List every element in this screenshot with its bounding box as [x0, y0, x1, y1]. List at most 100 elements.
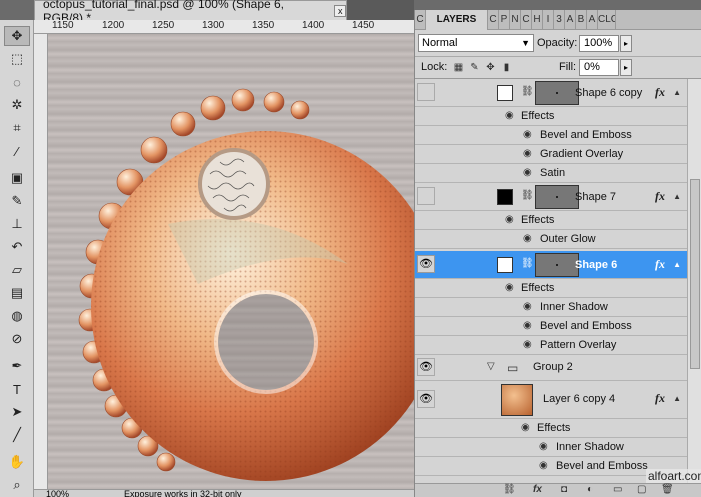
tab-layers[interactable]: LAYERS	[426, 10, 488, 30]
eye-icon[interactable]: ◉	[523, 301, 535, 312]
panel-tab[interactable]: 3	[554, 10, 565, 30]
eye-icon[interactable]: ◉	[523, 339, 535, 350]
expand-triangle-icon[interactable]: ▲	[673, 260, 681, 269]
layer-row[interactable]: ⛓ Shape 6 copy fx ▲	[415, 79, 687, 107]
blur-tool-icon[interactable]: ◍	[4, 306, 30, 326]
eye-icon[interactable]: ◉	[505, 282, 517, 293]
eye-icon[interactable]: ◉	[523, 148, 535, 159]
panel-tab[interactable]: C	[488, 10, 499, 30]
effect-item[interactable]: ◉ Bevel and Emboss	[415, 126, 687, 145]
expand-triangle-icon[interactable]: ▲	[673, 192, 681, 201]
eye-icon[interactable]: ◉	[505, 110, 517, 121]
marquee-tool-icon[interactable]: ⬚	[4, 49, 30, 69]
link-layers-icon[interactable]: ⛓	[503, 484, 516, 495]
blend-mode-select[interactable]: Normal ▼	[418, 34, 534, 52]
scrollbar-thumb[interactable]	[690, 179, 700, 369]
expand-triangle-icon[interactable]: ▲	[673, 394, 681, 403]
panel-tab[interactable]: H	[532, 10, 543, 30]
panel-tab[interactable]: C	[521, 10, 532, 30]
eraser-tool-icon[interactable]: ▱	[4, 260, 30, 280]
effect-item[interactable]: ◉ Gradient Overlay	[415, 145, 687, 164]
clone-stamp-tool-icon[interactable]: ⊥	[4, 214, 30, 234]
gradient-tool-icon[interactable]: ▤	[4, 283, 30, 303]
effect-item[interactable]: ◉ Outer Glow	[415, 230, 687, 249]
effect-item[interactable]: ◉ Inner Shadow	[415, 298, 687, 317]
lock-position-icon[interactable]: ✥	[485, 62, 496, 73]
fill-slider-button[interactable]: ▸	[620, 59, 632, 76]
group-expand-triangle-icon[interactable]: ▽	[487, 361, 499, 372]
lock-transparency-icon[interactable]: ▦	[453, 62, 464, 73]
panel-tab[interactable]: CLC	[598, 10, 616, 30]
lock-all-icon[interactable]: ▮	[501, 62, 512, 73]
magic-wand-tool-icon[interactable]: ✲	[4, 95, 30, 115]
visibility-toggle[interactable]	[417, 187, 435, 205]
fx-icon[interactable]: fx	[655, 189, 665, 204]
panel-tab[interactable]: A	[587, 10, 598, 30]
delete-layer-icon[interactable]: 🗑	[661, 484, 674, 495]
fx-icon[interactable]: fx	[655, 257, 665, 272]
effect-item[interactable]: ◉ Pattern Overlay	[415, 336, 687, 355]
eye-icon[interactable]: ◉	[523, 233, 535, 244]
visibility-toggle[interactable]: 👁	[417, 390, 435, 408]
document-canvas[interactable]	[48, 34, 414, 489]
eye-icon[interactable]: ◉	[523, 320, 535, 331]
lasso-tool-icon[interactable]: ◌	[4, 72, 30, 92]
lock-pixels-icon[interactable]: ✎	[469, 62, 480, 73]
panel-tab[interactable]: A	[565, 10, 576, 30]
pen-tool-icon[interactable]: ✒	[4, 356, 30, 376]
eye-icon[interactable]: ◉	[523, 129, 535, 140]
path-selection-tool-icon[interactable]: ➤	[4, 402, 30, 422]
effect-item[interactable]: ◉ Bevel and Emboss	[415, 317, 687, 336]
zoom-tool-icon[interactable]: ⌕	[4, 475, 30, 495]
fx-icon[interactable]: fx	[655, 391, 665, 406]
eye-icon[interactable]: ◉	[505, 214, 517, 225]
history-brush-tool-icon[interactable]: ↶	[4, 237, 30, 257]
eyedropper-tool-icon[interactable]: ⁄	[4, 141, 30, 161]
expand-triangle-icon[interactable]: ▲	[673, 88, 681, 97]
adjustment-layer-icon[interactable]: ◐	[587, 484, 593, 495]
effects-row[interactable]: ◉ Effects	[415, 107, 687, 126]
effect-item[interactable]: ◉ Satin	[415, 164, 687, 183]
visibility-toggle[interactable]: 👁	[417, 255, 435, 273]
effects-row[interactable]: ◉ Effects	[415, 279, 687, 298]
status-zoom[interactable]: 100%	[46, 490, 69, 497]
link-icon[interactable]: ⛓	[521, 190, 534, 201]
panel-tab[interactable]: P	[499, 10, 510, 30]
new-group-icon[interactable]: ▭	[613, 484, 622, 495]
panel-tab[interactable]: B	[576, 10, 587, 30]
move-tool-icon[interactable]: ✥	[4, 26, 30, 46]
dodge-tool-icon[interactable]: ⊘	[4, 329, 30, 349]
add-mask-icon[interactable]: ◘	[561, 484, 567, 495]
visibility-toggle[interactable]: 👁	[417, 358, 435, 376]
line-tool-icon[interactable]: ╱	[4, 425, 30, 445]
visibility-toggle[interactable]	[417, 83, 435, 101]
hand-tool-icon[interactable]: ✋	[4, 452, 30, 472]
layer-row[interactable]: 👁 Layer 6 copy 4 fx ▲	[415, 381, 687, 419]
layer-row[interactable]: ⛓ Shape 7 fx ▲	[415, 183, 687, 211]
group-row[interactable]: 👁 ▽ ▭ Group 2	[415, 355, 687, 381]
fx-icon[interactable]: fx	[655, 85, 665, 100]
link-icon[interactable]: ⛓	[521, 86, 534, 97]
opacity-input[interactable]: 100%	[579, 35, 619, 52]
panel-tab[interactable]: I	[543, 10, 554, 30]
opacity-slider-button[interactable]: ▸	[620, 35, 632, 52]
brush-tool-icon[interactable]: ✎	[4, 191, 30, 211]
eye-icon[interactable]: ◉	[539, 441, 551, 452]
eye-icon[interactable]: ◉	[539, 460, 551, 471]
healing-brush-tool-icon[interactable]: ▣	[4, 168, 30, 188]
fill-input[interactable]: 0%	[579, 59, 619, 76]
panel-tab[interactable]: N	[510, 10, 521, 30]
close-document-icon[interactable]: x	[334, 4, 346, 17]
eye-icon[interactable]: ◉	[523, 167, 535, 178]
panel-tab[interactable]: C	[415, 10, 426, 30]
effects-row[interactable]: ◉ Effects	[415, 211, 687, 230]
eye-icon[interactable]: ◉	[521, 422, 533, 433]
link-icon[interactable]: ⛓	[521, 258, 534, 269]
layers-scrollbar[interactable]	[687, 79, 701, 483]
add-style-icon[interactable]: fx	[533, 484, 542, 495]
new-layer-icon[interactable]: ▢	[637, 484, 646, 495]
layer-row-selected[interactable]: 👁 ⛓ Shape 6 fx ▲	[415, 251, 687, 279]
effects-row[interactable]: ◉ Effects	[415, 419, 687, 438]
document-tab[interactable]: octopus_tutorial_final.psd @ 100% (Shape…	[34, 0, 347, 25]
crop-tool-icon[interactable]: ⌗	[4, 118, 30, 138]
